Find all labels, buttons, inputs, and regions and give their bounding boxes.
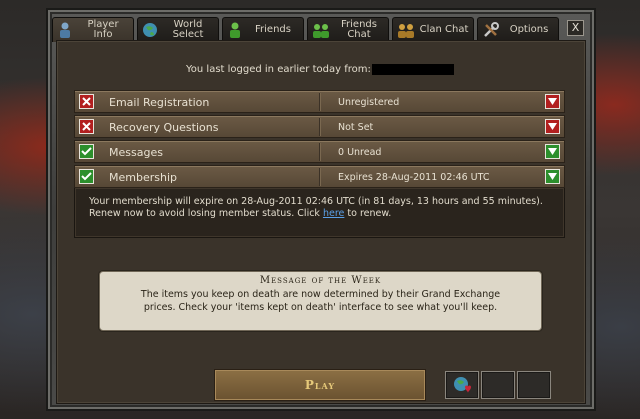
tab-label: Player Info — [87, 19, 119, 40]
row-divider — [319, 143, 320, 161]
check-icon — [79, 169, 94, 184]
row-divider — [319, 118, 320, 136]
row-recovery-questions[interactable]: Recovery Questions Not Set — [74, 115, 565, 138]
slot-empty[interactable] — [517, 371, 551, 399]
slot-empty[interactable] — [481, 371, 515, 399]
player-icon — [60, 22, 70, 38]
expand-arrow-icon[interactable] — [545, 169, 560, 184]
tab-label: Options — [509, 24, 549, 35]
row-value: Unregistered — [338, 97, 400, 108]
cross-icon — [79, 94, 94, 109]
motw-title: Message of the Week — [259, 275, 382, 286]
row-value: Expires 28-Aug-2011 02:46 UTC — [338, 172, 490, 183]
globe-icon — [143, 23, 157, 37]
tab-player-info[interactable]: Player Info — [52, 17, 134, 42]
tab-clan-chat[interactable]: Clan Chat — [392, 17, 474, 42]
slot-globe[interactable] — [445, 371, 479, 399]
row-value: 0 Unread — [338, 147, 382, 158]
row-value: Not Set — [338, 122, 374, 133]
row-label: Membership — [109, 171, 177, 184]
membership-detail-text: Your membership will expire on 28-Aug-20… — [89, 196, 543, 219]
friends-chat-icon — [313, 24, 329, 38]
close-button[interactable]: X — [567, 20, 584, 36]
tab-label: World Select — [172, 19, 204, 40]
membership-detail-suffix: to renew. — [344, 208, 392, 219]
row-label: Messages — [109, 146, 163, 159]
membership-detail: Your membership will expire on 28-Aug-20… — [74, 188, 565, 238]
globe-heart-icon — [454, 377, 471, 393]
expand-arrow-icon[interactable] — [545, 119, 560, 134]
tab-world-select[interactable]: World Select — [137, 17, 219, 42]
clan-icon — [398, 24, 414, 38]
row-divider — [319, 168, 320, 186]
tab-friends[interactable]: Friends — [222, 17, 304, 42]
motw-body: The items you keep on death are now dete… — [140, 289, 501, 313]
row-label: Recovery Questions — [109, 121, 219, 134]
check-icon — [79, 144, 94, 159]
tab-bar: Player Info World Select Friends Friends… — [52, 17, 559, 42]
tools-icon — [484, 22, 499, 37]
expand-arrow-icon[interactable] — [545, 94, 560, 109]
quick-slots — [445, 371, 551, 399]
friend-icon — [230, 22, 240, 38]
row-membership[interactable]: Membership Expires 28-Aug-2011 02:46 UTC — [74, 165, 565, 188]
row-label: Email Registration — [109, 96, 210, 109]
play-button[interactable]: Play — [214, 369, 426, 401]
message-of-the-week: Message of the Week The items you keep o… — [99, 271, 542, 331]
row-messages[interactable]: Messages 0 Unread — [74, 140, 565, 163]
tab-options[interactable]: Options — [477, 17, 559, 42]
renew-link[interactable]: here — [323, 208, 344, 219]
tab-label: Clan Chat — [419, 24, 469, 35]
row-divider — [319, 93, 320, 111]
last-login-text: You last logged in earlier today from: — [186, 64, 371, 75]
tab-friends-chat[interactable]: Friends Chat — [307, 17, 389, 42]
expand-arrow-icon[interactable] — [545, 144, 560, 159]
redacted-ip — [372, 64, 454, 75]
tab-label: Friends — [255, 24, 291, 35]
tab-label: Friends Chat — [341, 19, 377, 40]
cross-icon — [79, 119, 94, 134]
row-email-registration[interactable]: Email Registration Unregistered — [74, 90, 565, 113]
